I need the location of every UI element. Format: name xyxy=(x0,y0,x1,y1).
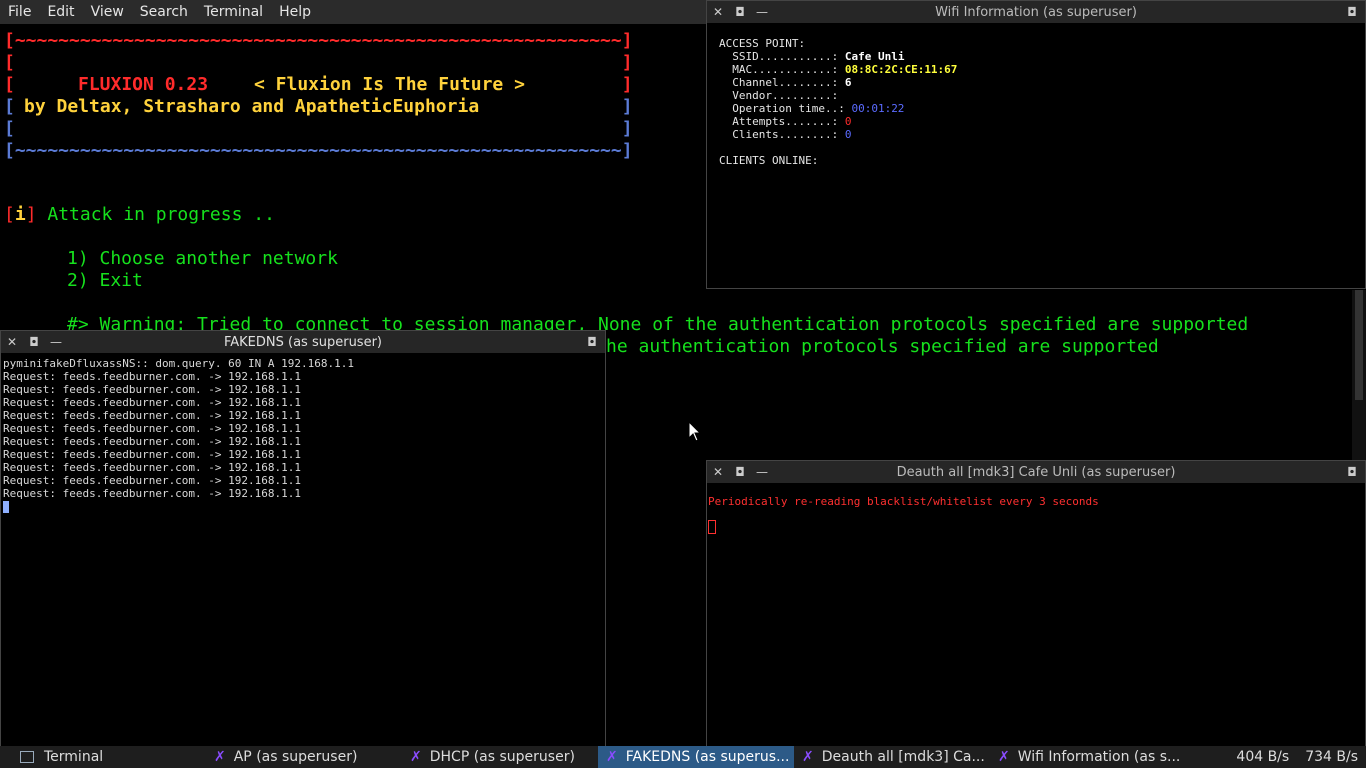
terminal-icon xyxy=(20,751,34,763)
menu-option-2: 2) Exit xyxy=(67,270,143,291)
maximize-icon[interactable]: ◘ xyxy=(23,335,45,349)
restore-icon[interactable]: ◘ xyxy=(581,335,603,349)
wifi-info-body: ACCESS POINT: SSID...........: Cafe Unli… xyxy=(707,23,1365,181)
minimize-icon[interactable]: — xyxy=(751,5,773,19)
main-scrollbar[interactable] xyxy=(1352,290,1366,460)
fakedns-window-title: FAKEDNS (as superuser) xyxy=(223,334,382,350)
maximize-icon[interactable]: ◘ xyxy=(729,465,751,479)
banner-blank-4: [ ] xyxy=(4,118,633,139)
menu-help[interactable]: Help xyxy=(271,4,319,20)
dns-request-line: Request: feeds.feedburner.com. -> 192.16… xyxy=(3,396,302,409)
wifi-window-title: Wifi Information (as superuser) xyxy=(935,4,1137,20)
maximize-icon[interactable]: ◘ xyxy=(729,5,751,19)
close-icon[interactable]: ✕ xyxy=(707,465,729,479)
terminal-cursor xyxy=(3,501,9,513)
dns-request-line: Request: feeds.feedburner.com. -> 192.16… xyxy=(3,409,302,422)
x-app-icon: ✗ xyxy=(802,749,814,765)
channel-value: 6 xyxy=(844,76,852,89)
fakedns-window[interactable]: ✕ ◘ — FAKEDNS (as superuser) ◘ pyminifak… xyxy=(0,330,606,747)
dns-request-line: Request: feeds.feedburner.com. -> 192.16… xyxy=(3,422,302,435)
banner-authors: by Deltax, Strasharo and ApatheticEuphor… xyxy=(24,96,480,118)
net-up-speed: 734 B/s xyxy=(1305,749,1358,765)
taskbar-item-fakedns[interactable]: ✗ FAKEDNS (as superus... xyxy=(598,746,794,768)
deauth-window-title: Deauth all [mdk3] Cafe Unli (as superuse… xyxy=(896,464,1176,480)
wifi-titlebar[interactable]: ✕ ◘ — Wifi Information (as superuser) ◘ xyxy=(707,1,1365,23)
clients-online-heading: CLIENTS ONLINE: xyxy=(719,154,819,167)
net-down-speed: 404 B/s xyxy=(1236,749,1290,765)
task-label: DHCP (as superuser) xyxy=(429,749,575,765)
dns-request-line: Request: feeds.feedburner.com. -> 192.16… xyxy=(3,435,302,448)
menu-option-1: 1) Choose another network xyxy=(67,248,338,269)
close-icon[interactable]: ✕ xyxy=(1,335,23,349)
attempts-value: 0 xyxy=(844,115,852,128)
minimize-icon[interactable]: — xyxy=(751,465,773,479)
task-label: FAKEDNS (as superus... xyxy=(625,749,790,765)
warning-line-2: he authentication protocols specified ar… xyxy=(606,336,1159,357)
mouse-pointer-icon xyxy=(688,421,702,442)
close-icon[interactable]: ✕ xyxy=(707,5,729,19)
status-line: [i] Attack in progress .. xyxy=(4,204,275,225)
wifi-information-window[interactable]: ✕ ◘ — Wifi Information (as superuser) ◘ … xyxy=(706,0,1366,289)
banner-bottom-border: [~~~~~~~~~~~~~~~~~~~~~~~~~~~~~~~~~~~~~~~… xyxy=(4,140,633,161)
optime-label: Operation time..: xyxy=(719,102,852,115)
restore-icon[interactable]: ◘ xyxy=(1341,465,1363,479)
menu-search[interactable]: Search xyxy=(132,4,196,20)
status-prefix: i xyxy=(14,204,26,225)
attempts-label: Attempts.......: xyxy=(719,115,845,128)
x-app-icon: ✗ xyxy=(998,749,1010,765)
dns-request-line: Request: feeds.feedburner.com. -> 192.16… xyxy=(3,461,302,474)
network-monitor[interactable]: 404 B/s 734 B/s xyxy=(1236,749,1366,765)
mac-value: 08:8C:2C:CE:11:67 xyxy=(844,63,958,76)
dns-request-line: Request: feeds.feedburner.com. -> 192.16… xyxy=(3,487,302,500)
fakedns-log: pyminifakeDfluxassNS:: dom.query. 60 IN … xyxy=(1,353,605,517)
status-text: Attack in progress .. xyxy=(47,204,275,225)
access-point-heading: ACCESS POINT: xyxy=(719,37,806,50)
taskbar-item-ap[interactable]: ✗ AP (as superuser) xyxy=(206,746,402,768)
ssid-value: Cafe Unli xyxy=(844,50,905,63)
menu-view[interactable]: View xyxy=(83,4,132,20)
task-label: Terminal xyxy=(44,749,104,765)
scrollbar-thumb[interactable] xyxy=(1355,290,1363,400)
menubar: File Edit View Search Terminal Help xyxy=(0,0,706,24)
fakedns-titlebar[interactable]: ✕ ◘ — FAKEDNS (as superuser) ◘ xyxy=(1,331,605,353)
vendor-label: Vendor.........: xyxy=(719,89,845,102)
taskbar-item-wifi-info[interactable]: ✗ Wifi Information (as s... xyxy=(990,746,1196,768)
dns-request-line: Request: feeds.feedburner.com. -> 192.16… xyxy=(3,474,302,487)
deauth-titlebar[interactable]: ✕ ◘ — Deauth all [mdk3] Cafe Unli (as su… xyxy=(707,461,1365,483)
task-label: Wifi Information (as s... xyxy=(1017,749,1181,765)
menu-edit[interactable]: Edit xyxy=(39,4,82,20)
banner-blank-1: [ ] xyxy=(4,52,633,73)
clients-label: Clients........: xyxy=(719,128,845,141)
taskbar-item-deauth[interactable]: ✗ Deauth all [mdk3] Ca... xyxy=(794,746,990,768)
taskbar: Terminal ✗ AP (as superuser) ✗ DHCP (as … xyxy=(0,746,1366,768)
task-label: Deauth all [mdk3] Ca... xyxy=(821,749,985,765)
x-app-icon: ✗ xyxy=(606,749,618,765)
deauth-message: Periodically re-reading blacklist/whitel… xyxy=(708,495,1099,508)
taskbar-item-dhcp[interactable]: ✗ DHCP (as superuser) xyxy=(402,746,598,768)
banner-motto: < Fluxion Is The Future > xyxy=(254,74,525,96)
taskbar-item-terminal[interactable]: Terminal xyxy=(0,746,206,768)
deauth-window[interactable]: ✕ ◘ — Deauth all [mdk3] Cafe Unli (as su… xyxy=(706,460,1366,747)
task-label: AP (as superuser) xyxy=(233,749,358,765)
minimize-icon[interactable]: — xyxy=(45,335,67,349)
menu-file[interactable]: File xyxy=(0,4,39,20)
x-app-icon: ✗ xyxy=(410,749,422,765)
dns-first-line: pyminifakeDfluxassNS:: dom.query. 60 IN … xyxy=(3,357,354,370)
deauth-log: Periodically re-reading blacklist/whitel… xyxy=(707,483,1365,549)
menu-terminal[interactable]: Terminal xyxy=(196,4,271,20)
restore-icon[interactable]: ◘ xyxy=(1341,5,1363,19)
optime-value: 00:01:22 xyxy=(851,102,905,115)
dns-request-line: Request: feeds.feedburner.com. -> 192.16… xyxy=(3,448,302,461)
mac-label: MAC............: xyxy=(719,63,845,76)
dns-request-line: Request: feeds.feedburner.com. -> 192.16… xyxy=(3,370,302,383)
channel-label: Channel........: xyxy=(719,76,845,89)
dns-request-line: Request: feeds.feedburner.com. -> 192.16… xyxy=(3,383,302,396)
ssid-label: SSID...........: xyxy=(719,50,845,63)
clients-value: 0 xyxy=(844,128,852,141)
x-app-icon: ✗ xyxy=(214,749,226,765)
banner-top-border: [~~~~~~~~~~~~~~~~~~~~~~~~~~~~~~~~~~~~~~~… xyxy=(4,30,633,51)
banner-title: FLUXION 0.23 xyxy=(78,74,209,96)
terminal-cursor xyxy=(708,520,716,534)
